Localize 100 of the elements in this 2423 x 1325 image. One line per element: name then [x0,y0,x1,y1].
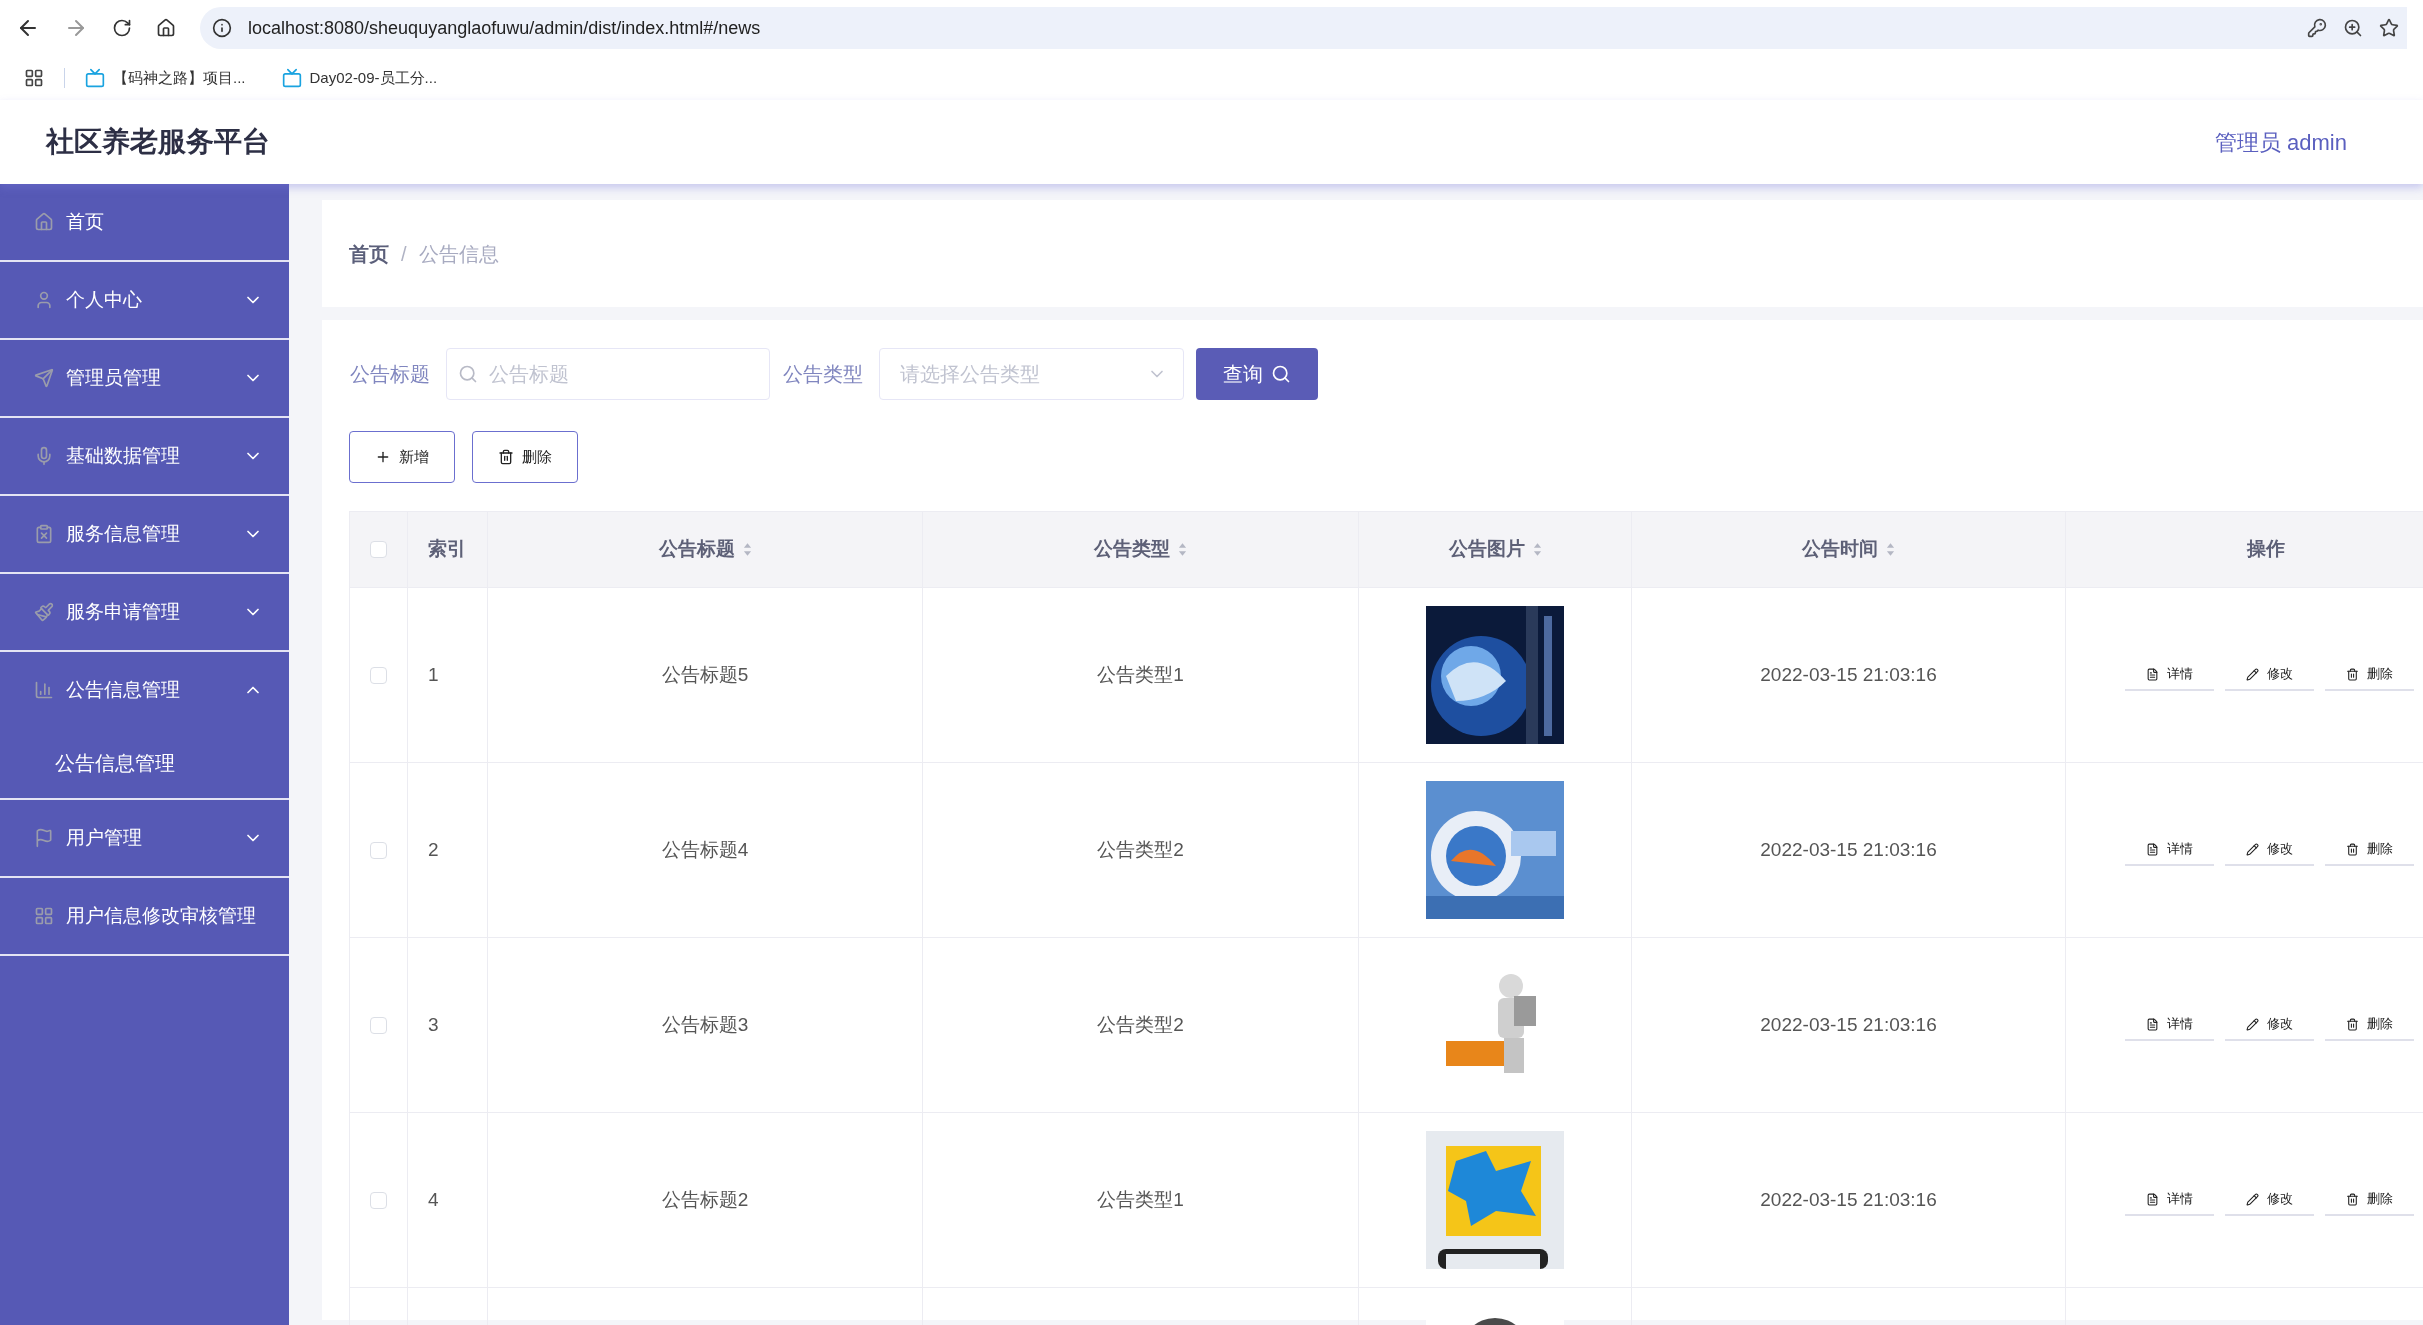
row-checkbox[interactable] [370,1191,387,1209]
sidebar-submenu-item[interactable]: 公告信息管理 [0,728,289,798]
sidebar-menu-item[interactable]: 管理员管理 [0,340,289,416]
table-cell-text: 1 [428,662,439,687]
trash-icon [498,449,514,465]
document-icon [2146,1017,2159,1031]
table-cell-text: 4 [428,1187,439,1212]
bar-chart-icon [34,680,54,700]
column-header[interactable]: 公告标题 [658,535,752,564]
sort-icon[interactable] [742,542,752,557]
sort-icon[interactable] [1886,542,1895,557]
delete-button[interactable]: 删除 [2325,659,2414,691]
table-cell-text: 公告标题5 [661,662,749,687]
table-cell-text: 公告类型1 [1097,1187,1184,1212]
user-icon [34,290,54,310]
breadcrumb-separator: / [401,241,407,267]
row-checkbox[interactable] [370,1016,387,1034]
reload-icon[interactable] [112,18,132,38]
sidebar-menu-item[interactable]: 首页 [0,184,289,260]
delete-button[interactable]: 删除 [2325,834,2414,866]
column-header[interactable]: 公告图片 [1448,535,1542,564]
bookmark-link[interactable]: Day02-09-员工分... [281,66,438,90]
brush-icon [34,602,54,622]
search-icon [1271,364,1291,384]
table-cell-text: 公告标题4 [661,837,749,862]
sidebar-menu-item[interactable]: 公告信息管理 [0,652,289,728]
delete-button[interactable]: 删除 [2325,1009,2414,1041]
tv-icon [85,68,105,88]
admin-user-link[interactable]: 管理员 admin [2214,125,2347,159]
select-all-checkbox[interactable] [370,541,387,558]
sidebar-menu-item[interactable]: 用户信息修改审核管理 [0,878,289,954]
url-text: localhost:8080/sheuquyanglaofuwu/admin/dist/index.html#/news [248,16,761,40]
flag-icon [34,828,54,848]
bookmark-link[interactable]: 【码神之路】项目... [85,66,246,90]
details-button[interactable]: 详情 [2125,834,2214,866]
zoom-icon[interactable] [2343,18,2363,38]
table-cell-text: 公告类型1 [1097,662,1184,687]
paper-plane-icon [34,368,54,388]
tv-icon [281,68,302,88]
document-icon [2146,842,2159,856]
trash-icon [2346,667,2359,681]
table-cell-text: 公告类型2 [1097,1012,1184,1037]
sidebar-menu-item[interactable]: 个人中心 [0,262,289,338]
table-cell-text: 公告标题3 [661,1012,749,1037]
trash-icon [2346,1192,2359,1206]
sort-icon[interactable] [1532,542,1542,557]
breadcrumb-link[interactable]: 首页 [349,238,389,269]
edit-button[interactable]: 修改 [2225,834,2314,866]
table-cell-text: 2022-03-15 21:03:16 [1760,1012,1937,1037]
table-cell-text: 公告标题2 [661,1187,749,1212]
delete-button[interactable]: 删除 [472,431,578,483]
delete-button[interactable]: 删除 [2325,1184,2414,1216]
sidebar-menu-item[interactable]: 服务申请管理 [0,574,289,650]
star-icon[interactable] [2379,18,2399,38]
home-icon[interactable] [156,18,176,38]
column-header[interactable]: 公告时间 [1802,535,1895,564]
sidebar-menu-item[interactable]: 用户管理 [0,800,289,876]
sidebar-menu-item[interactable]: 服务信息管理 [0,496,289,572]
grid-icon [34,906,54,926]
row-checkbox[interactable] [370,666,387,684]
edit-button[interactable]: 修改 [2225,1009,2314,1041]
query-button[interactable]: 查询 [1196,348,1318,400]
search-icon [458,364,478,384]
key-icon[interactable] [2307,18,2327,38]
column-header: 操作 [2246,537,2285,562]
microphone-icon [34,446,54,466]
app-title: 社区养老服务平台 [46,125,270,159]
document-icon [2146,1192,2159,1206]
table-cell-text: 公告类型2 [1097,837,1184,862]
pencil-icon [2246,842,2259,856]
document-icon [2146,667,2159,681]
edit-button[interactable]: 修改 [2225,1184,2314,1216]
table-cell-text: 3 [428,1012,439,1037]
trash-icon [2346,842,2359,856]
home-icon [34,212,54,232]
details-button[interactable]: 详情 [2125,1009,2214,1041]
apps-icon[interactable] [24,68,44,88]
pencil-icon [2246,667,2259,681]
clipboard-icon [34,524,54,544]
filter-label: 公告类型 [783,362,863,387]
table-cell-text: 2022-03-15 21:03:16 [1760,662,1937,687]
row-checkbox[interactable] [370,841,387,859]
trash-icon [2346,1017,2359,1031]
plus-icon [375,449,391,465]
table-cell-text: 2 [428,837,439,862]
column-header[interactable]: 公告类型 [1094,535,1187,564]
table-cell-text: 2022-03-15 21:03:16 [1760,1187,1937,1212]
details-button[interactable]: 详情 [2125,1184,2214,1216]
add-button[interactable]: 新增 [349,431,455,483]
details-button[interactable]: 详情 [2125,659,2214,691]
pencil-icon [2246,1192,2259,1206]
sidebar-menu-item[interactable]: 基础数据管理 [0,418,289,494]
table-cell-text: 2022-03-15 21:03:16 [1760,837,1937,862]
edit-button[interactable]: 修改 [2225,659,2314,691]
pencil-icon [2246,1017,2259,1031]
filter-label: 公告标题 [350,362,430,387]
sort-icon[interactable] [1178,542,1187,557]
site-info-icon[interactable] [212,18,232,38]
address-bar[interactable]: localhost:8080/sheuquyanglaofuwu/admin/dist/index.html#/news [200,7,2407,49]
title-search-field[interactable]: 公告标题 [446,348,770,400]
